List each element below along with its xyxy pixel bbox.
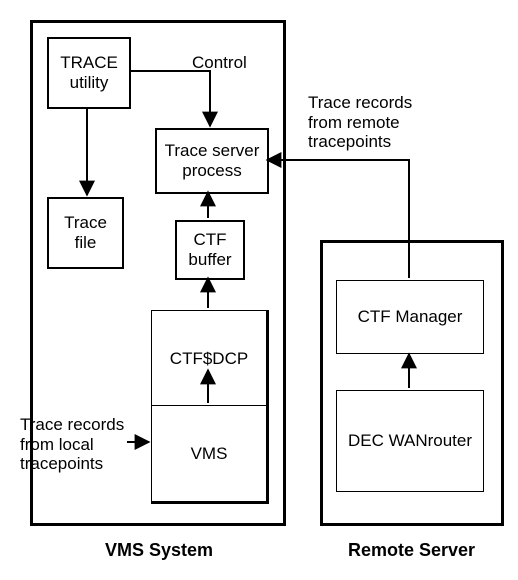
arrow-remote-records: [267, 160, 409, 278]
arrows-layer: [0, 0, 518, 580]
diagram-stage: TRACE utility Trace file Trace server pr…: [0, 0, 518, 580]
arrow-control: [129, 71, 210, 126]
